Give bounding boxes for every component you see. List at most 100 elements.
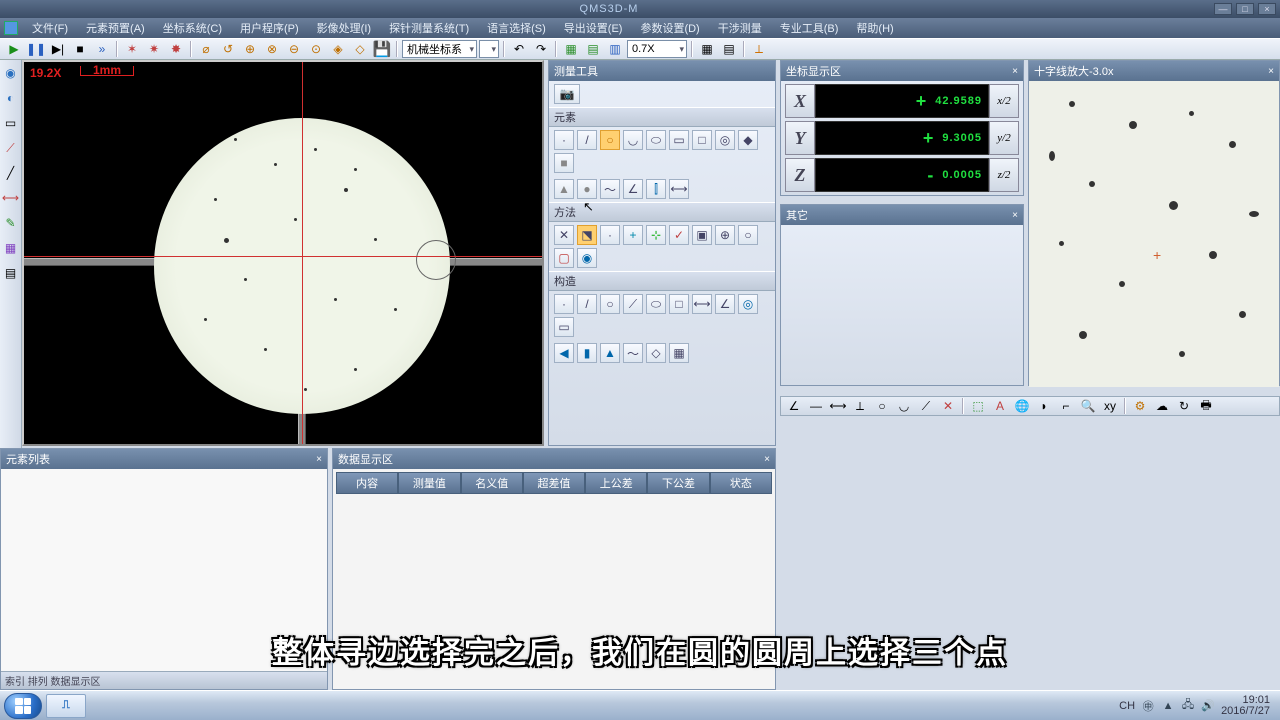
con-curve-icon[interactable]: 〜 — [623, 343, 643, 363]
other-panel-close[interactable]: × — [1012, 210, 1018, 221]
coord-panel-close[interactable]: × — [1012, 66, 1018, 77]
method-box-icon[interactable]: ▣ — [692, 225, 712, 245]
tray-net-icon[interactable]: 🖧 — [1181, 699, 1195, 713]
ime-icon[interactable]: ㊥ — [1141, 699, 1155, 713]
video-view[interactable]: 19.2X 1mm — [22, 60, 544, 446]
axis-button[interactable]: ⟂ — [749, 40, 769, 58]
elem-point-icon[interactable]: · — [554, 130, 574, 150]
gt-xy-icon[interactable]: xy — [1100, 397, 1120, 415]
lt-grid-icon[interactable]: ▦ — [1, 237, 21, 259]
gt-select-icon[interactable]: ⬚ — [968, 397, 988, 415]
menu-elem-preset[interactable]: 元素预置(A) — [78, 18, 153, 38]
excel-button[interactable]: ▦ — [561, 40, 581, 58]
lt-angle-icon[interactable]: ⟋ — [1, 137, 21, 159]
col-ltol[interactable]: 下公差 — [647, 472, 709, 494]
ime-indicator[interactable]: CH — [1119, 700, 1135, 712]
menu-file[interactable]: 文件(F) — [24, 18, 76, 38]
elem-angle-icon[interactable]: ∠ — [623, 179, 643, 199]
start-button[interactable] — [4, 693, 42, 719]
list-tabs[interactable]: 索引 排列 数据显示区 — [1, 671, 327, 689]
coord-sys-combo2[interactable] — [479, 40, 499, 58]
elem-curve-icon[interactable]: 〜 — [600, 179, 620, 199]
elem-arc-icon[interactable]: ◡ — [623, 130, 643, 150]
con-cyl-icon[interactable]: ▮ — [577, 343, 597, 363]
con-plane-icon[interactable]: ◀ — [554, 343, 574, 363]
menu-help[interactable]: 帮助(H) — [848, 18, 901, 38]
method-cross-icon[interactable]: ✕ — [554, 225, 574, 245]
elem-block-icon[interactable]: ■ — [554, 153, 574, 173]
elem-circle-icon[interactable]: ○ — [600, 130, 620, 150]
step-fwd-button[interactable]: ▶| — [48, 40, 68, 58]
elem-cone-icon[interactable]: ▲ — [554, 179, 574, 199]
tool-cs7[interactable]: ◈ — [328, 40, 348, 58]
tool-cs4[interactable]: ⊗ — [262, 40, 282, 58]
gt-cloud-icon[interactable]: ☁ — [1152, 397, 1172, 415]
lt-display-icon[interactable]: ◐ — [1, 87, 21, 109]
z-half-button[interactable]: z/2 — [989, 158, 1019, 192]
menu-user-prog[interactable]: 用户程序(P) — [232, 18, 307, 38]
method-dot-icon[interactable]: ◉ — [577, 248, 597, 268]
tool-axis1[interactable]: ✶ — [122, 40, 142, 58]
export2-button[interactable]: ▥ — [605, 40, 625, 58]
method-edge-icon[interactable]: ⬔ — [577, 225, 597, 245]
fast-fwd-button[interactable]: » — [92, 40, 112, 58]
gt-line-icon[interactable]: — — [806, 397, 826, 415]
gt-print-icon[interactable]: 🖶 — [1196, 397, 1216, 415]
gt-gear-icon[interactable]: ⚙ — [1130, 397, 1150, 415]
save-button[interactable]: 💾 — [372, 40, 392, 58]
menu-language[interactable]: 语言选择(S) — [479, 18, 554, 38]
zoom-panel-close[interactable]: × — [1268, 66, 1274, 77]
col-content[interactable]: 内容 — [336, 472, 398, 494]
gt-dist-icon[interactable]: ⟷ — [828, 397, 848, 415]
gt-global-icon[interactable]: 🌐 — [1012, 397, 1032, 415]
elem-ring-icon[interactable]: ◎ — [715, 130, 735, 150]
con-dist-icon[interactable]: ⟷ — [692, 294, 712, 314]
maximize-button[interactable]: □ — [1236, 3, 1254, 15]
zoom-combo[interactable]: 0.7X — [627, 40, 687, 58]
con-slot-icon[interactable]: ▭ — [554, 317, 574, 337]
lt-pen-icon[interactable]: ✎ — [1, 212, 21, 234]
menu-interference[interactable]: 干涉测量 — [710, 18, 770, 38]
task-app-button[interactable]: ⎍ — [46, 694, 86, 718]
con-arc-icon[interactable]: ⟋ — [623, 294, 643, 314]
y-half-button[interactable]: y/2 — [989, 121, 1019, 155]
con-rect-icon[interactable]: □ — [669, 294, 689, 314]
list-button[interactable]: ▤ — [719, 40, 739, 58]
stop-button[interactable]: ■ — [70, 40, 90, 58]
method-plus-icon[interactable]: + — [623, 225, 643, 245]
gt-3d-icon[interactable]: ◗ — [1034, 397, 1054, 415]
menu-image-proc[interactable]: 影像处理(I) — [309, 18, 379, 38]
con-angle-icon[interactable]: ∠ — [715, 294, 735, 314]
elem-ellipse-icon[interactable]: ⬭ — [646, 130, 666, 150]
elem-dist-icon[interactable]: ⟷ — [669, 179, 689, 199]
con-ellipse-icon[interactable]: ⬭ — [646, 294, 666, 314]
clock[interactable]: 19:012016/7/27 — [1221, 695, 1270, 717]
lt-camera-icon[interactable]: ◉ — [1, 62, 21, 84]
grid-button[interactable]: ▦ — [697, 40, 717, 58]
close-button[interactable]: × — [1258, 3, 1276, 15]
lt-table-icon[interactable]: ▤ — [1, 262, 21, 284]
tray-flag-icon[interactable]: ▲ — [1161, 699, 1175, 713]
col-measured[interactable]: 测量值 — [398, 472, 460, 494]
lt-line-icon[interactable]: ╱ — [1, 162, 21, 184]
tool-cs3[interactable]: ⊕ — [240, 40, 260, 58]
menu-probe[interactable]: 探针测量系统(T) — [381, 18, 477, 38]
gt-axis-icon[interactable]: ⌐ — [1056, 397, 1076, 415]
method-center-icon[interactable]: ⊹ — [646, 225, 666, 245]
elem-line-icon[interactable]: / — [577, 130, 597, 150]
gt-refresh-icon[interactable]: ↻ — [1174, 397, 1194, 415]
col-nominal[interactable]: 名义值 — [461, 472, 523, 494]
method-check-icon[interactable]: ✓ — [669, 225, 689, 245]
elem-width-icon[interactable]: ⫿ — [646, 179, 666, 199]
method-circle-icon[interactable]: ○ — [738, 225, 758, 245]
tool-axis2[interactable]: ✷ — [144, 40, 164, 58]
minimize-button[interactable]: — — [1214, 3, 1232, 15]
menu-pro-tools[interactable]: 专业工具(B) — [772, 18, 847, 38]
tool-cs8[interactable]: ◇ — [350, 40, 370, 58]
col-utol[interactable]: 上公差 — [585, 472, 647, 494]
undo-button[interactable]: ↶ — [509, 40, 529, 58]
con-point-icon[interactable]: · — [554, 294, 574, 314]
gt-angle-icon[interactable]: ∠ — [784, 397, 804, 415]
pause-button[interactable]: ❚❚ — [26, 40, 46, 58]
lt-ruler-icon[interactable]: ⟷ — [1, 187, 21, 209]
